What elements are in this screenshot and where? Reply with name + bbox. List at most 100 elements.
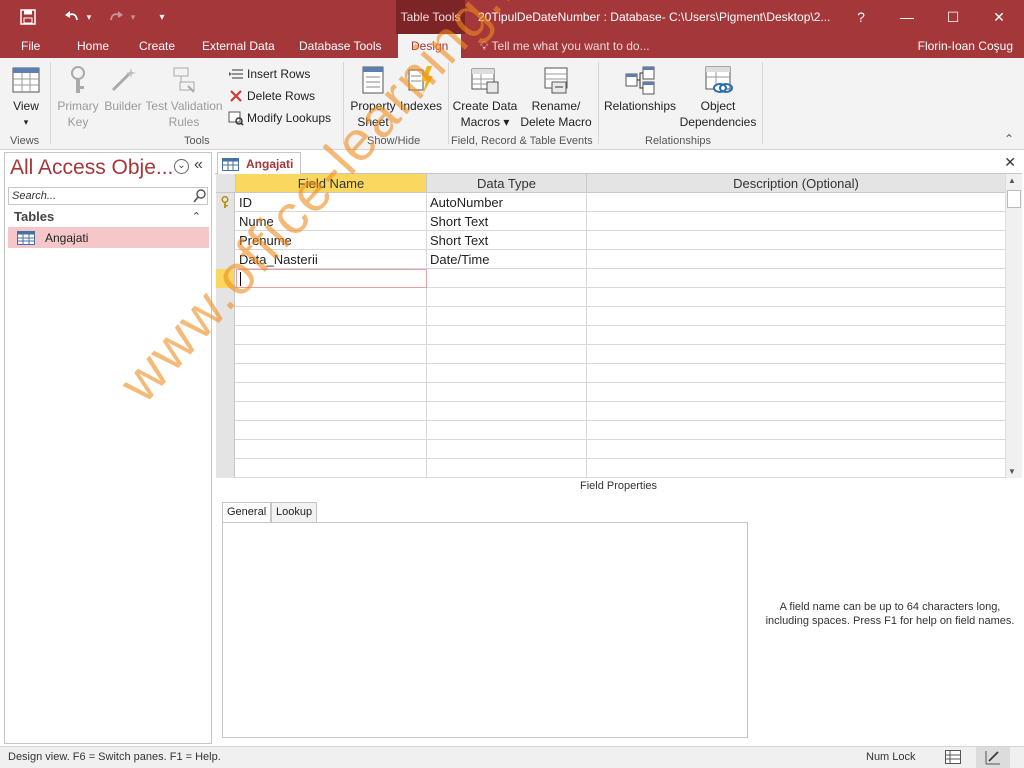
nav-collapse-icon[interactable]: « — [194, 156, 203, 174]
row-selector[interactable] — [216, 193, 235, 212]
row-selector[interactable] — [216, 212, 235, 231]
field-name-cell[interactable] — [236, 288, 427, 307]
table-row-empty[interactable] — [216, 364, 1006, 383]
description-cell[interactable] — [587, 250, 1006, 269]
tell-me-box[interactable]: 💡︎ Tell me what you want to do... — [480, 34, 650, 58]
data-type-cell[interactable] — [427, 402, 587, 421]
scroll-down-icon[interactable]: ▼ — [1008, 467, 1016, 476]
document-tab-angajati[interactable]: Angajati — [217, 152, 301, 175]
table-row-new[interactable] — [216, 269, 1006, 288]
scroll-up-icon[interactable]: ▲ — [1008, 176, 1016, 185]
data-type-cell[interactable]: Short Text — [427, 212, 587, 231]
table-row-empty[interactable] — [216, 345, 1006, 364]
data-type-cell[interactable] — [427, 326, 587, 345]
tab-design[interactable]: Design — [398, 34, 462, 59]
row-selector[interactable] — [216, 250, 235, 269]
column-header-data-type[interactable]: Data Type — [427, 174, 587, 193]
row-selector[interactable] — [216, 421, 235, 440]
data-type-cell[interactable] — [427, 421, 587, 440]
row-selector-header[interactable] — [216, 174, 236, 193]
data-type-cell[interactable] — [427, 307, 587, 326]
data-type-cell[interactable] — [427, 383, 587, 402]
builder-button[interactable]: Builder — [102, 64, 144, 114]
redo-dropdown-icon[interactable]: ▾ — [128, 0, 138, 34]
table-row[interactable]: ID AutoNumber — [216, 193, 1006, 212]
object-dependencies-button[interactable]: Object Dependencies — [678, 64, 758, 130]
row-selector[interactable] — [216, 345, 235, 364]
redo-icon[interactable] — [104, 0, 128, 34]
indexes-button[interactable]: Indexes — [398, 64, 444, 114]
row-selector[interactable] — [216, 288, 235, 307]
row-selector[interactable] — [216, 440, 235, 459]
column-header-field-name[interactable]: Field Name — [236, 174, 427, 193]
view-button[interactable]: View ▾ — [8, 64, 44, 130]
property-sheet-button[interactable]: Property Sheet — [349, 64, 397, 130]
table-row-empty[interactable] — [216, 288, 1006, 307]
field-name-cell[interactable]: Nume — [236, 212, 427, 231]
user-name[interactable]: Florin-Ioan Coşug — [918, 34, 1013, 58]
data-type-cell[interactable]: AutoNumber — [427, 193, 587, 212]
search-icon[interactable] — [192, 188, 208, 204]
field-name-cell[interactable] — [236, 383, 427, 402]
nav-search-input[interactable]: Search... — [8, 187, 208, 205]
field-name-cell[interactable] — [236, 307, 427, 326]
table-row-empty[interactable] — [216, 440, 1006, 459]
data-type-cell[interactable]: Short Text — [427, 231, 587, 250]
field-name-cell[interactable] — [236, 364, 427, 383]
row-selector[interactable] — [216, 383, 235, 402]
description-cell[interactable] — [587, 269, 1006, 288]
primary-key-button[interactable]: Primary Key — [56, 64, 100, 130]
relationships-button[interactable]: Relationships — [602, 64, 678, 114]
field-name-cell[interactable]: Prenume — [236, 231, 427, 250]
table-row[interactable]: Prenume Short Text — [216, 231, 1006, 250]
undo-dropdown-icon[interactable]: ▾ — [84, 0, 94, 34]
data-type-cell[interactable] — [427, 269, 587, 288]
customize-qat-icon[interactable]: ▾ — [154, 0, 170, 34]
row-selector[interactable] — [216, 459, 235, 478]
field-name-cell[interactable] — [236, 326, 427, 345]
data-type-cell[interactable] — [427, 364, 587, 383]
field-name-cell[interactable] — [236, 440, 427, 459]
field-name-cell[interactable] — [236, 345, 427, 364]
field-name-input[interactable] — [236, 269, 427, 288]
collapse-ribbon-icon[interactable]: ⌃ — [1004, 132, 1014, 146]
field-name-cell[interactable] — [236, 402, 427, 421]
tab-home[interactable]: Home — [77, 34, 109, 58]
table-row[interactable]: Nume Short Text — [216, 212, 1006, 231]
field-name-cell[interactable]: Data_Nasterii — [236, 250, 427, 269]
close-button[interactable]: ✕ — [976, 0, 1022, 34]
tab-database-tools[interactable]: Database Tools — [299, 34, 382, 58]
row-selector[interactable] — [216, 307, 235, 326]
table-row-empty[interactable] — [216, 459, 1006, 478]
data-type-cell[interactable] — [427, 288, 587, 307]
tab-file[interactable]: File — [21, 34, 40, 58]
design-view-button[interactable] — [976, 747, 1010, 768]
row-selector[interactable] — [216, 326, 235, 345]
tab-lookup[interactable]: Lookup — [271, 502, 318, 522]
data-type-cell[interactable] — [427, 345, 587, 364]
tab-create[interactable]: Create — [139, 34, 175, 58]
field-name-cell[interactable]: ID — [236, 193, 427, 212]
scrollbar-thumb[interactable] — [1007, 190, 1021, 208]
tab-external-data[interactable]: External Data — [202, 34, 275, 58]
table-row-empty[interactable] — [216, 421, 1006, 440]
table-row-empty[interactable] — [216, 307, 1006, 326]
table-row-empty[interactable] — [216, 402, 1006, 421]
description-cell[interactable] — [587, 231, 1006, 250]
nav-pane-title[interactable]: All Access Obje... — [10, 156, 173, 180]
save-icon[interactable] — [14, 0, 42, 34]
row-selector[interactable] — [216, 231, 235, 250]
table-row-empty[interactable] — [216, 383, 1006, 402]
nav-menu-icon[interactable]: ⌄ — [174, 159, 189, 174]
vertical-scrollbar[interactable]: ▲ ▼ — [1005, 174, 1022, 478]
rename-delete-macro-button[interactable]: Rename/ Delete Macro — [518, 64, 594, 130]
row-selector-current[interactable] — [216, 269, 235, 288]
close-document-icon[interactable]: ✕ — [1004, 154, 1016, 171]
nav-group-tables[interactable]: Tables ⌃ — [5, 207, 211, 227]
delete-rows-button[interactable]: Delete Rows — [228, 86, 315, 106]
data-type-cell[interactable] — [427, 440, 587, 459]
field-name-cell[interactable] — [236, 421, 427, 440]
description-cell[interactable] — [587, 193, 1006, 212]
minimize-button[interactable]: — — [884, 0, 930, 34]
create-data-macros-button[interactable]: Create Data Macros ▾ — [452, 64, 518, 130]
